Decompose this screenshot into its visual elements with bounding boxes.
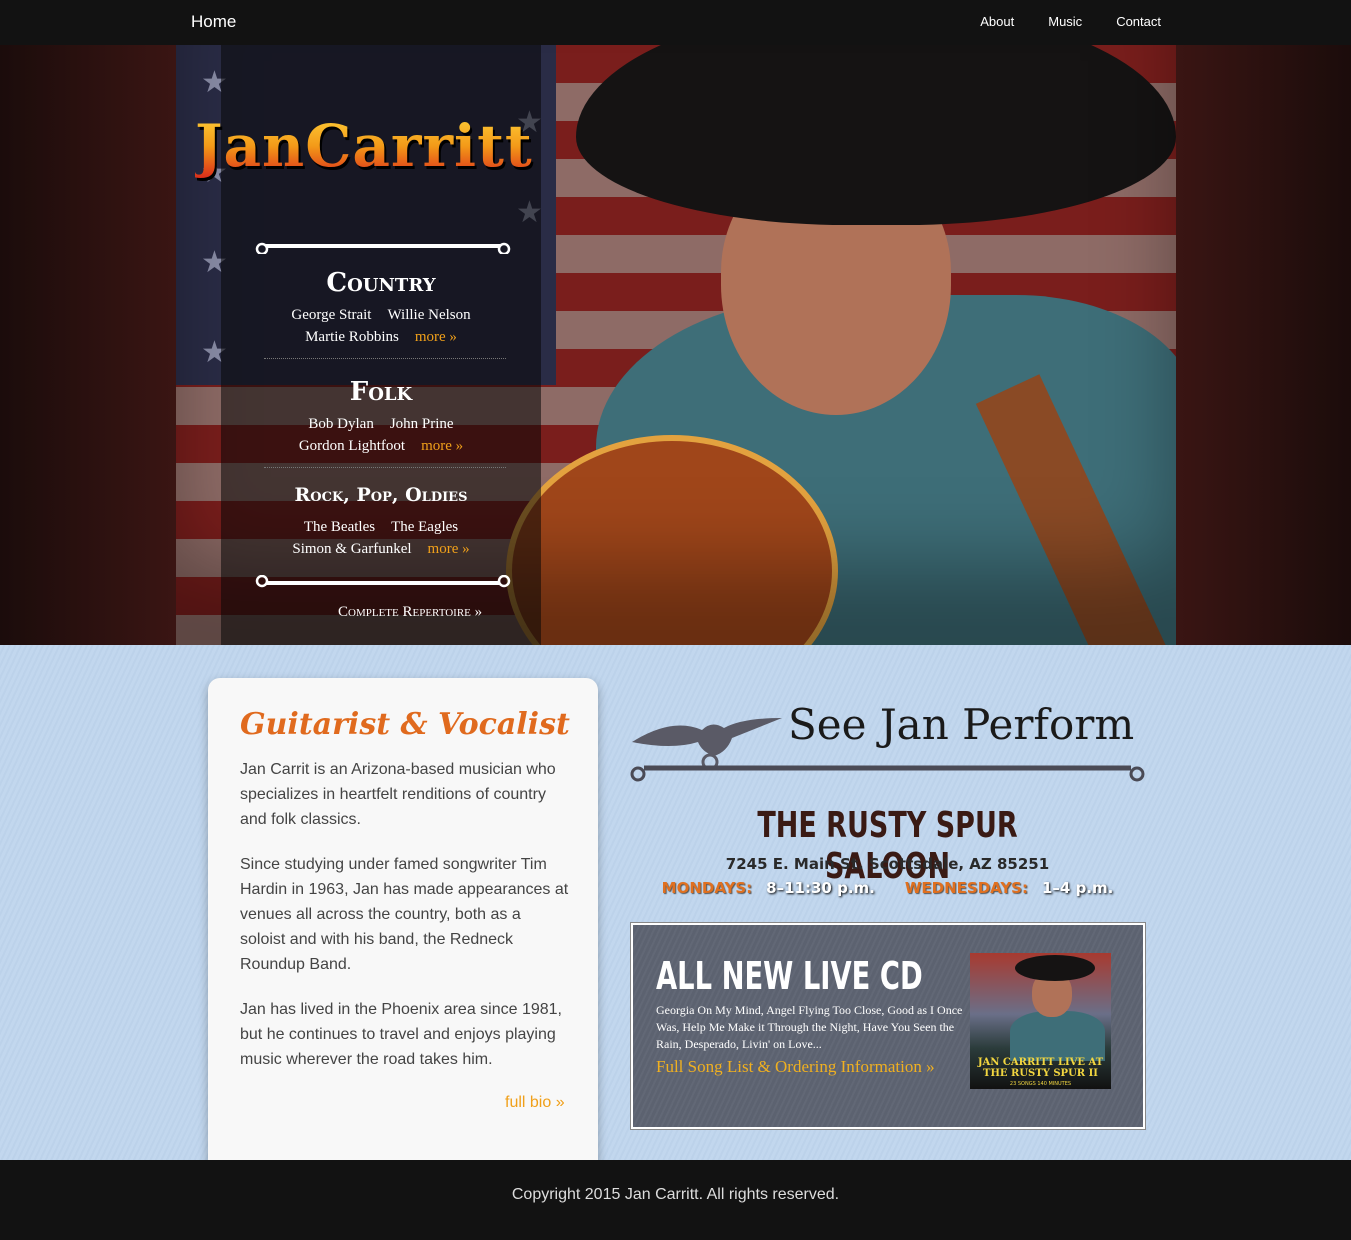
day-label: WEDNESDAYS: <box>904 879 1028 897</box>
artist-name: John Prine <box>389 416 454 432</box>
genre-artists: Bob Dylan John Prine Gordon Lightfoot more… <box>221 413 541 457</box>
cd-ordering-link[interactable]: Full Song List & Ordering Information » <box>656 1057 935 1077</box>
nav-contact-link[interactable]: Contact <box>1116 14 1161 29</box>
copyright-text: Copyright 2015 Jan Carritt. All rights r… <box>511 1186 840 1203</box>
venue-address: 7245 E. Main St. Scottsdale, AZ 85251 <box>725 855 1050 873</box>
more-link[interactable]: more » <box>428 541 470 557</box>
genre-title: Folk <box>349 377 413 407</box>
genre-artists: The Beatles The Eagles Simon & Garfunkel m… <box>221 516 541 560</box>
cd-cover-shirt <box>1010 1011 1105 1061</box>
artist-name: George Strait <box>291 307 372 323</box>
cd-cover-title: JAN CARRITT LIVE AT THE RUSTY SPUR II <box>977 1057 1104 1079</box>
genre-title: Rock, Pop, Oldies <box>294 484 468 506</box>
performance-hours: MONDAYS: 8–11:30 p.m. WEDNESDAYS: 1–4 p.m. <box>630 879 1145 897</box>
genre-separator <box>264 467 506 468</box>
full-bio-link[interactable]: full bio » <box>505 1094 565 1112</box>
artist-name: The Eagles <box>391 519 459 535</box>
time-value: 1–4 p.m. <box>1041 879 1114 897</box>
nav-about-link[interactable]: About <box>980 14 1014 29</box>
nav-home-link[interactable]: Home <box>191 12 236 32</box>
artist-name: The Beatles <box>303 519 376 535</box>
more-link[interactable]: more » <box>415 329 457 345</box>
genre-separator <box>264 358 506 359</box>
artist-name: Martie Robbins <box>305 329 399 345</box>
bio-title: Guitarist & Vocalist <box>240 707 570 742</box>
nav-music-link[interactable]: Music <box>1048 14 1082 29</box>
cd-song-list: Georgia On My Mind, Angel Flying Too Clo… <box>656 1003 963 1051</box>
cd-cover-hat <box>1015 955 1095 981</box>
ornate-divider-top <box>255 242 511 254</box>
genre-rock-pop-oldies: Rock, Pop, Oldies The Beatles The Eagles … <box>221 484 541 560</box>
perform-title: See Jan Perform <box>788 700 1135 749</box>
artist-name: Bob Dylan <box>308 416 374 432</box>
perform-ornate-rule <box>630 765 1145 782</box>
cd-cover-image[interactable]: JAN CARRITT LIVE AT THE RUSTY SPUR II 23… <box>970 953 1111 1089</box>
genre-artists: George Strait Willie Nelson Martie Robbin… <box>221 304 541 348</box>
genre-folk: Folk Bob Dylan John Prine Gordon Lightfoo… <box>221 377 541 457</box>
artist-name: Simon & Garfunkel <box>292 541 412 557</box>
genre-country: Country George Strait Willie Nelson Marti… <box>221 268 541 348</box>
hero-right-backdrop <box>1176 45 1351 645</box>
day-label: MONDAYS: <box>661 879 753 897</box>
bio-paragraph: Jan Carrit is an Arizona-based musician … <box>240 761 556 828</box>
cd-title: ALL NEW LIVE CD <box>656 954 923 998</box>
more-link[interactable]: more » <box>421 438 463 454</box>
venue-name: THE RUSTY SPUR SALOON <box>757 805 1018 887</box>
genre-title: Country <box>326 268 436 298</box>
complete-repertoire-link[interactable]: Complete Repertoire » <box>338 604 482 621</box>
cd-cover-subtitle: 23 SONGS 140 MINUTES <box>1009 1081 1072 1087</box>
hero-left-backdrop <box>0 45 176 645</box>
ornate-divider-bottom <box>255 575 511 588</box>
nav-links: About Music Contact <box>946 14 1161 29</box>
site-logo[interactable]: JanCarritt <box>195 112 533 180</box>
top-navbar: Home About Music Contact <box>0 0 1351 45</box>
bio-paragraph: Since studying under famed songwriter Ti… <box>240 856 569 973</box>
artist-name: Gordon Lightfoot <box>298 438 406 454</box>
bio-paragraph: Jan has lived in the Phoenix area since … <box>240 1001 562 1068</box>
artist-name: Willie Nelson <box>387 307 471 323</box>
time-value: 8–11:30 p.m. <box>766 879 875 897</box>
